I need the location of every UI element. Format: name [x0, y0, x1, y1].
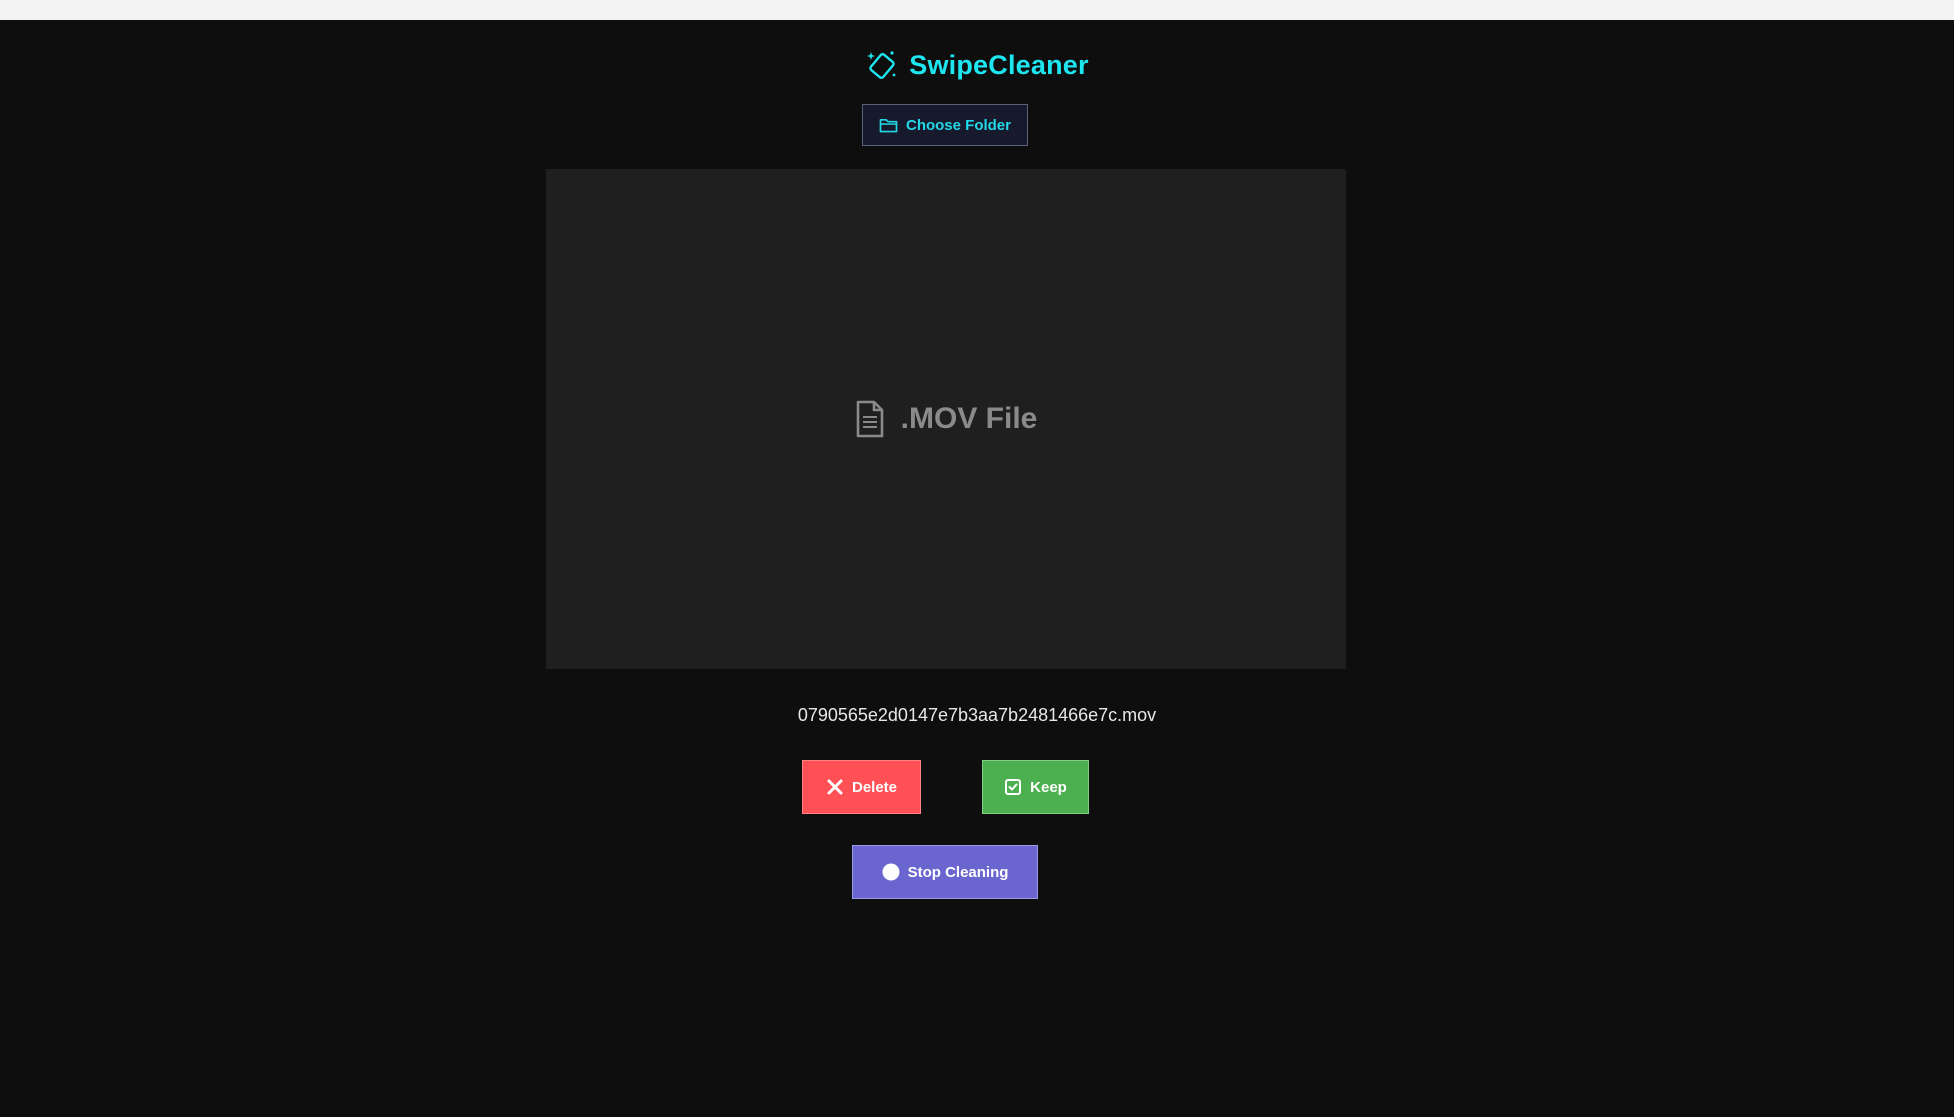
delete-label: Delete [851, 778, 898, 796]
sparkle-tablet-icon [867, 51, 896, 79]
media-preview: .MOV File [546, 169, 1346, 669]
x-icon [827, 779, 843, 795]
delete-button[interactable]: Delete [802, 760, 921, 814]
browser-top-bar [0, 0, 1954, 20]
keep-button[interactable]: Keep [982, 760, 1089, 814]
keep-label: Keep [1030, 778, 1067, 796]
choose-folder-label: Choose Folder [905, 116, 1011, 134]
checkbox-icon [1005, 779, 1022, 795]
preview-file-type-label: .MOV File [900, 402, 1038, 435]
choose-folder-button[interactable]: Choose Folder [862, 104, 1028, 146]
brand-header: SwipeCleaner [0, 48, 1954, 82]
stop-circle-icon [882, 863, 900, 881]
app-title: SwipeCleaner [909, 49, 1089, 80]
file-document-icon [856, 400, 883, 438]
stop-cleaning-button[interactable]: Stop Cleaning [852, 845, 1038, 899]
stop-cleaning-label: Stop Cleaning [907, 863, 1009, 881]
app-root: SwipeCleaner Choose Folder .MOV File 079… [0, 20, 1954, 1117]
folder-icon [879, 118, 898, 133]
current-file-name: 0790565e2d0147e7b3aa7b2481466e7c.mov [797, 705, 1157, 725]
